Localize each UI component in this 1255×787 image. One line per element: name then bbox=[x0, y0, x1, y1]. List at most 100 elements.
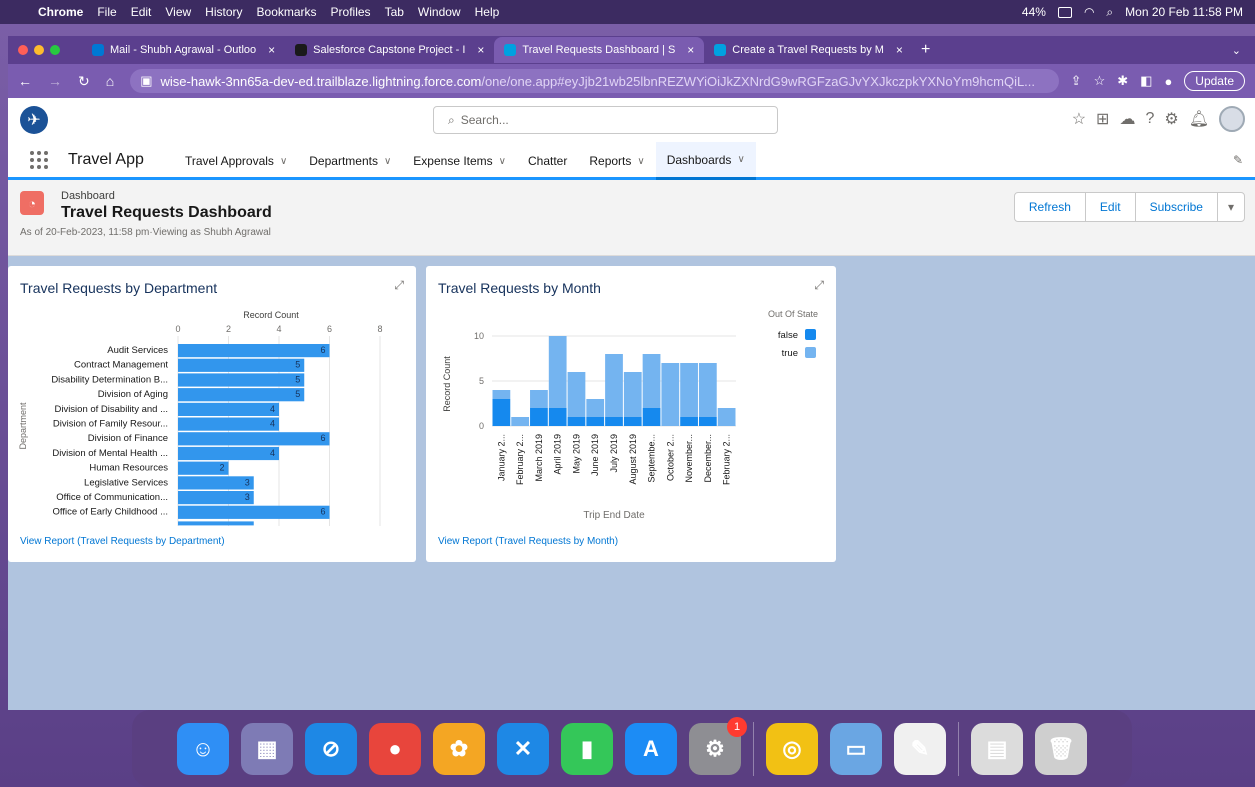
airplane-logo-icon[interactable]: ✈ bbox=[20, 106, 48, 134]
dock-openai-icon[interactable]: ◎ bbox=[766, 722, 818, 775]
bar-segment-false[interactable] bbox=[698, 417, 717, 426]
bar-segment-true[interactable] bbox=[567, 372, 586, 417]
edit-nav-pencil-icon[interactable]: ✎ bbox=[1233, 153, 1243, 167]
dock-trash-icon[interactable]: 🗑 bbox=[1035, 722, 1087, 775]
bar[interactable] bbox=[178, 432, 330, 446]
menu-profiles[interactable]: Profiles bbox=[331, 5, 371, 19]
menu-window[interactable]: Window bbox=[418, 5, 461, 19]
bar[interactable] bbox=[178, 476, 254, 490]
close-tab-icon[interactable]: × bbox=[687, 43, 694, 57]
menu-bookmarks[interactable]: Bookmarks bbox=[257, 5, 317, 19]
bar-segment-false[interactable] bbox=[586, 417, 605, 426]
bar[interactable] bbox=[178, 402, 279, 416]
dock-textedit-icon[interactable]: ✎ bbox=[894, 722, 946, 775]
bar-segment-false[interactable] bbox=[605, 417, 623, 426]
menu-help[interactable]: Help bbox=[475, 5, 500, 19]
dock-launchpad-icon[interactable]: ▦ bbox=[241, 722, 293, 775]
chevron-down-icon[interactable]: ∨ bbox=[737, 154, 744, 165]
close-window-button[interactable] bbox=[18, 45, 28, 55]
bar-segment-true[interactable] bbox=[492, 390, 511, 399]
app-launcher-icon[interactable] bbox=[30, 151, 48, 169]
bar-segment-true[interactable] bbox=[605, 354, 623, 417]
menu-tab[interactable]: Tab bbox=[385, 5, 404, 19]
bar-segment-true[interactable] bbox=[680, 363, 698, 417]
browser-tab[interactable]: Mail - Shubh Agrawal - Outloo × bbox=[82, 37, 285, 63]
bar-segment-false[interactable] bbox=[548, 408, 567, 426]
view-report-link[interactable]: View Report (Travel Requests by Departme… bbox=[20, 536, 225, 547]
menu-edit[interactable]: Edit bbox=[131, 5, 152, 19]
reload-icon[interactable]: ↻ bbox=[78, 73, 90, 90]
update-button[interactable]: Update bbox=[1184, 71, 1245, 91]
dock-safari-icon[interactable]: ⊘ bbox=[305, 722, 357, 775]
chevron-down-icon[interactable]: ∨ bbox=[637, 156, 644, 167]
bar[interactable] bbox=[178, 358, 305, 372]
chevron-down-icon[interactable]: ∨ bbox=[384, 156, 391, 167]
chevron-down-icon[interactable]: ∨ bbox=[280, 156, 287, 167]
bar[interactable] bbox=[178, 446, 279, 461]
bookmark-star-icon[interactable]: ☆ bbox=[1094, 73, 1106, 89]
refresh-button[interactable]: Refresh bbox=[1015, 193, 1086, 221]
more-actions-chevron-icon[interactable]: ▾ bbox=[1218, 193, 1244, 221]
nav-item[interactable]: Expense Items ∨ bbox=[402, 142, 517, 180]
browser-tab[interactable]: Create a Travel Requests by M × bbox=[704, 37, 913, 63]
bar-segment-false[interactable] bbox=[530, 408, 548, 426]
dock-finder-icon[interactable]: ☺ bbox=[177, 722, 229, 775]
share-icon[interactable]: ⇪ bbox=[1071, 73, 1082, 89]
expand-icon[interactable]: ⤢ bbox=[394, 278, 404, 293]
minimize-window-button[interactable] bbox=[34, 45, 44, 55]
bar-segment-true[interactable] bbox=[511, 417, 530, 426]
menu-app[interactable]: Chrome bbox=[38, 5, 83, 19]
user-avatar[interactable] bbox=[1219, 106, 1245, 132]
bar-segment-true[interactable] bbox=[642, 354, 661, 408]
close-tab-icon[interactable]: × bbox=[268, 43, 275, 57]
bar[interactable] bbox=[178, 505, 330, 519]
chevron-down-icon[interactable]: ∨ bbox=[499, 156, 506, 167]
bar[interactable] bbox=[178, 388, 305, 402]
close-tab-icon[interactable]: × bbox=[477, 43, 484, 57]
back-arrow-icon[interactable]: ← bbox=[18, 73, 32, 89]
global-create-icon[interactable]: ⊞ bbox=[1096, 109, 1109, 129]
bar[interactable] bbox=[178, 373, 305, 387]
forward-arrow-icon[interactable]: → bbox=[48, 73, 62, 89]
bar-segment-true[interactable] bbox=[623, 372, 642, 417]
nav-item[interactable]: Travel Approvals ∨ bbox=[174, 142, 298, 180]
wifi-icon[interactable]: ◠ bbox=[1084, 5, 1094, 19]
tab-search-chevron-icon[interactable]: ⌄ bbox=[1232, 44, 1241, 57]
view-report-link[interactable]: View Report (Travel Requests by Month) bbox=[438, 536, 618, 547]
bar-segment-true[interactable] bbox=[661, 363, 680, 426]
trailhead-icon[interactable]: ☁ bbox=[1119, 109, 1135, 129]
dock-preview-icon[interactable]: ▭ bbox=[830, 722, 882, 775]
dock-appstore-icon[interactable]: A bbox=[625, 722, 677, 775]
expand-icon[interactable]: ⤢ bbox=[814, 278, 824, 293]
zoom-window-button[interactable] bbox=[50, 45, 60, 55]
notifications-bell-icon[interactable]: 🔔︎ bbox=[1189, 109, 1209, 129]
bar-segment-false[interactable] bbox=[623, 417, 642, 426]
browser-tab[interactable]: Salesforce Capstone Project - I × bbox=[285, 37, 494, 63]
nav-item[interactable]: Dashboards ∨ bbox=[655, 142, 756, 180]
bar[interactable] bbox=[178, 417, 279, 431]
nav-item[interactable]: Chatter bbox=[517, 142, 578, 180]
dock-photos-icon[interactable]: ✿ bbox=[433, 722, 485, 775]
legend-swatch[interactable] bbox=[805, 347, 816, 358]
profile-avatar[interactable]: ● bbox=[1164, 74, 1172, 89]
nav-item[interactable]: Departments ∨ bbox=[298, 142, 402, 180]
bar-segment-false[interactable] bbox=[642, 408, 661, 426]
nav-item[interactable]: Reports ∨ bbox=[578, 142, 655, 180]
sidebar-icon[interactable]: ◧ bbox=[1140, 73, 1152, 89]
address-bar[interactable]: ▣ wise-hawk-3nn65a-dev-ed.trailblaze.lig… bbox=[130, 69, 1059, 93]
dock-numbers-icon[interactable]: ▮ bbox=[561, 722, 613, 775]
battery-icon[interactable] bbox=[1057, 6, 1072, 18]
bar-segment-true[interactable] bbox=[548, 336, 567, 408]
edit-button[interactable]: Edit bbox=[1086, 193, 1136, 221]
bar-segment-true[interactable] bbox=[698, 363, 717, 417]
home-icon[interactable]: ⌂ bbox=[106, 73, 114, 89]
menu-file[interactable]: File bbox=[97, 5, 116, 19]
spotlight-icon[interactable]: ⌕ bbox=[1106, 5, 1113, 20]
bar[interactable] bbox=[178, 491, 254, 505]
favorites-star-icon[interactable]: ☆ bbox=[1072, 109, 1086, 129]
new-tab-button[interactable]: + bbox=[921, 41, 930, 59]
dock-vscode-icon[interactable]: ✕ bbox=[497, 722, 549, 775]
setup-gear-icon[interactable]: ⚙ bbox=[1164, 109, 1178, 129]
global-search-input[interactable]: ⌕ Search... bbox=[433, 106, 778, 134]
extensions-icon[interactable]: ✱ bbox=[1117, 73, 1128, 89]
